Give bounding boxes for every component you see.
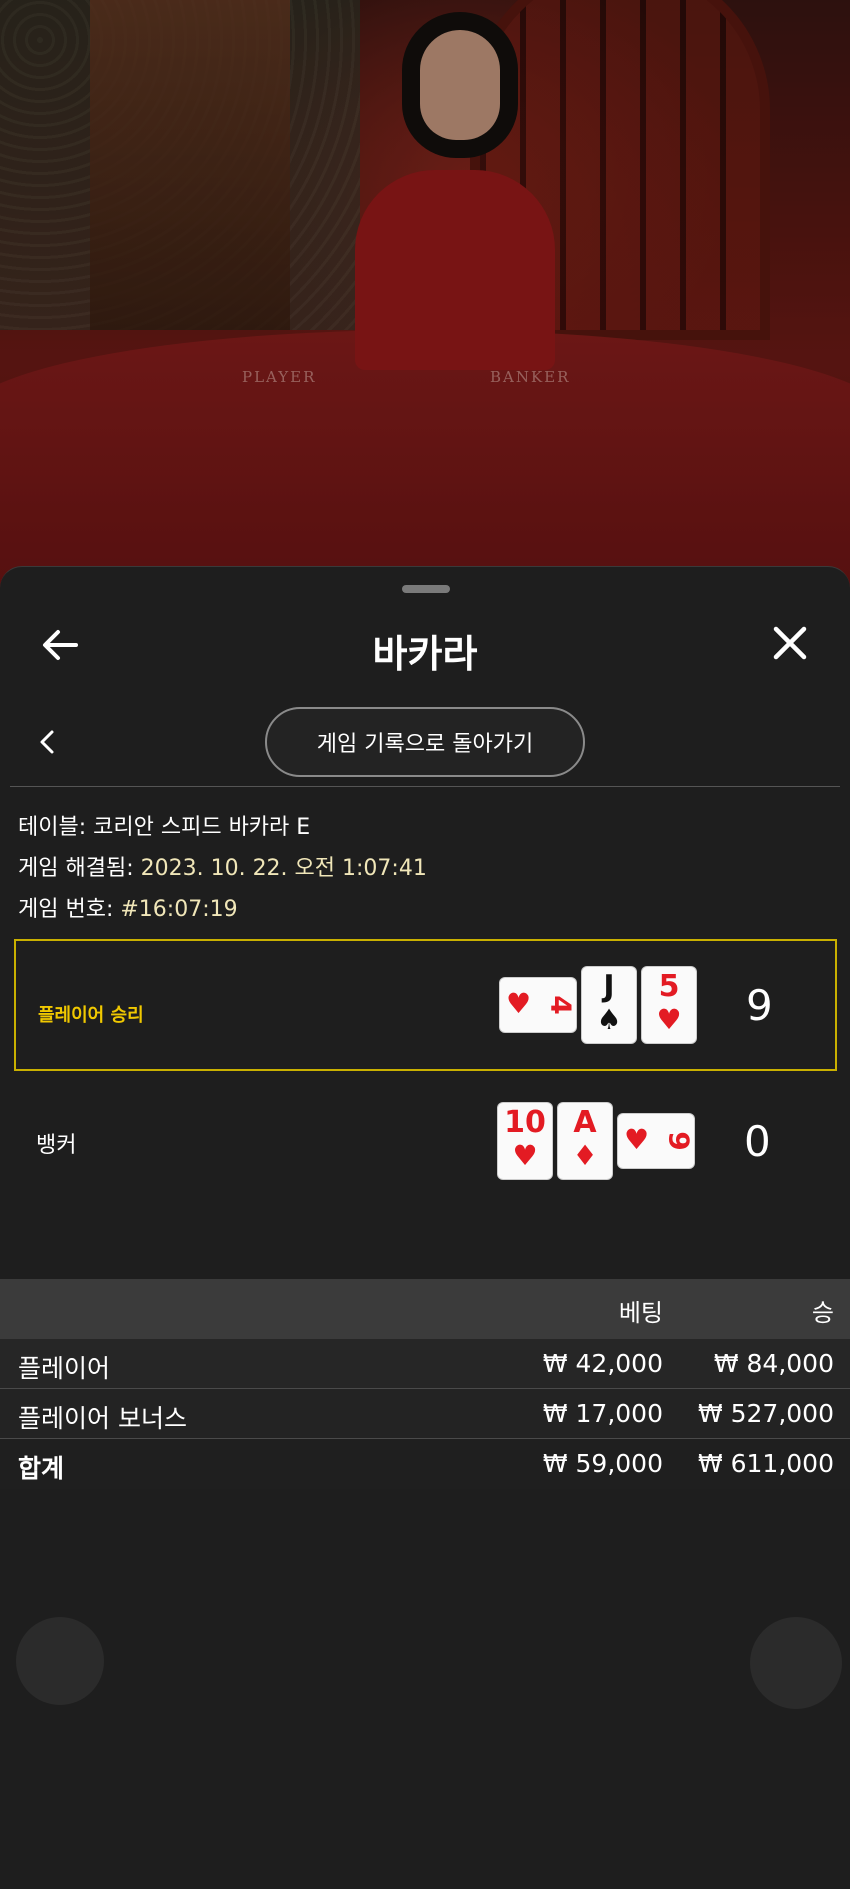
banker-card: 10 ♥ (498, 1103, 552, 1179)
game-number-label: 게임 번호: (18, 897, 114, 922)
resolved-label: 게임 해결됨: (18, 856, 134, 881)
drag-handle[interactable] (402, 585, 450, 593)
table-label: 테이블: (18, 815, 87, 840)
game-number-value: #16:07:19 (120, 897, 238, 922)
game-info: 테이블: 코리안 스피드 바카라 E 게임 해결됨: 2023. 10. 22.… (18, 807, 427, 930)
card-rank: 5 (658, 969, 680, 1004)
player-result: 플레이어 승리 4 ♥ J ♠ 5 ♥ 9 (14, 939, 837, 1071)
bet-name: 플레이어 보너스 (18, 1404, 187, 1433)
banker-cards: 10 ♥ A ♦ 9 ♥ (498, 1075, 696, 1207)
table-row: 플레이어 ₩ 42,000 ₩ 84,000 (0, 1339, 850, 1389)
player-cards: 4 ♥ J ♠ 5 ♥ (500, 941, 696, 1069)
card-rank: J (603, 969, 615, 1004)
total-label: 합계 (18, 1454, 65, 1483)
total-bet: ₩ 59,000 (542, 1449, 663, 1478)
win-column-header: 승 (811, 1299, 834, 1327)
card-suit-icon: ♦ (572, 1139, 598, 1172)
bet-column-header: 베팅 (618, 1299, 663, 1327)
table-row: 플레이어 보너스 ₩ 17,000 ₩ 527,000 (0, 1389, 850, 1439)
win-amount: ₩ 527,000 (697, 1399, 834, 1428)
total-row: 합계 ₩ 59,000 ₩ 611,000 (0, 1439, 850, 1489)
card-suit-icon: ♥ (512, 1139, 538, 1172)
chat-ghost (16, 1617, 104, 1705)
divider (10, 786, 840, 787)
game-history-sheet: 바카라 게임 기록으로 돌아가기 테이블: 코리안 스피드 바카라 E 게임 해… (0, 566, 850, 1889)
banker-card: 9 ♥ (618, 1114, 696, 1168)
menu-ghost (750, 1617, 842, 1709)
sheet-header: 바카라 (0, 607, 850, 687)
card-suit-icon: ♥ (656, 1003, 682, 1036)
player-score: 9 (746, 980, 773, 1030)
player-win-label: 플레이어 승리 (38, 1005, 144, 1026)
table-value: 코리안 스피드 바카라 E (93, 815, 311, 840)
sheet-title: 바카라 (372, 632, 478, 676)
banker-result: 뱅커 10 ♥ A ♦ 9 ♥ 0 (14, 1075, 837, 1207)
card-rank: A (573, 1105, 597, 1140)
player-card: J ♠ (582, 967, 636, 1043)
card-suit-icon: ♥ (624, 1123, 650, 1156)
bet-amount: ₩ 17,000 (542, 1399, 663, 1428)
player-card: 4 ♥ (500, 978, 578, 1032)
bet-amount: ₩ 42,000 (542, 1349, 663, 1378)
card-rank: 10 (504, 1105, 546, 1140)
history-nav: 게임 기록으로 돌아가기 (0, 704, 850, 780)
card-rank: 9 (662, 1131, 696, 1151)
chevron-left-icon[interactable] (34, 726, 58, 758)
resolved-value: 2023. 10. 22. 오전 1:07:41 (140, 856, 427, 881)
bet-name: 플레이어 (18, 1354, 111, 1383)
banker-score: 0 (744, 1116, 771, 1166)
close-icon[interactable] (770, 623, 810, 663)
banker-card: A ♦ (558, 1103, 612, 1179)
bets-header: 베팅 승 (0, 1279, 850, 1339)
win-amount: ₩ 84,000 (713, 1349, 834, 1378)
player-card: 5 ♥ (642, 967, 696, 1043)
total-win: ₩ 611,000 (697, 1449, 834, 1478)
back-to-history-button[interactable]: 게임 기록으로 돌아가기 (265, 707, 585, 777)
banker-label: 뱅커 (36, 1133, 77, 1158)
card-suit-icon: ♠ (596, 1003, 622, 1036)
card-rank: 4 (544, 995, 578, 1015)
card-suit-icon: ♥ (506, 987, 532, 1020)
